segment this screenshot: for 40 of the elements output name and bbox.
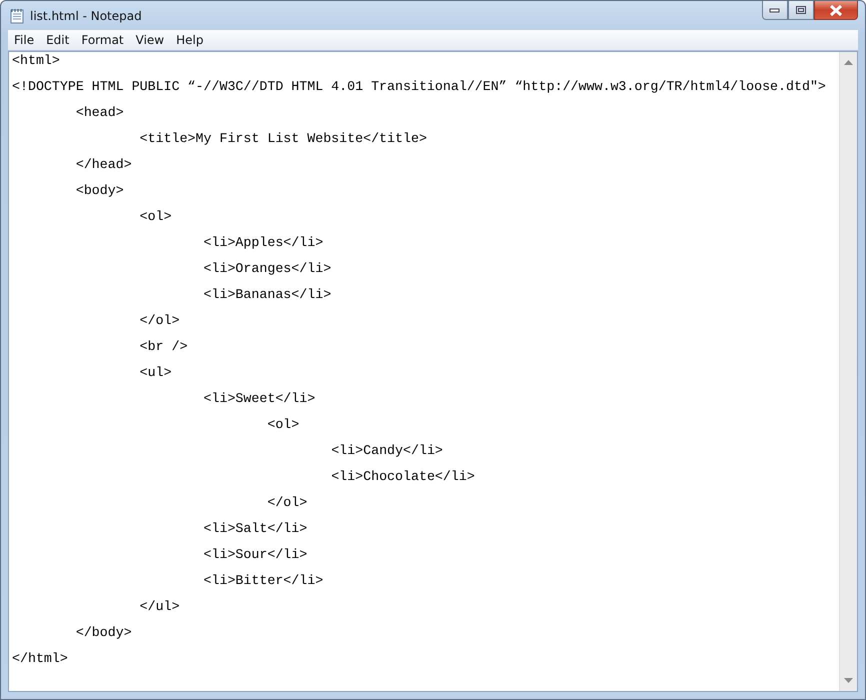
code-line: </body>: [74, 625, 132, 640]
vertical-scrollbar[interactable]: [839, 52, 857, 691]
minimize-icon: [769, 7, 781, 13]
scroll-down-arrow-icon[interactable]: [844, 678, 853, 683]
code-line: <!DOCTYPE HTML PUBLIC “-//W3C//DTD HTML 4.01 Transitional//EN” “http://www.w3.org/TR/html4/loose.dtd">: [12, 79, 826, 94]
code-line: <ol>: [138, 209, 172, 224]
code-line: <title>My First List Website</title>: [138, 131, 427, 146]
code-line: </ol>: [266, 495, 308, 510]
menu-item[interactable]: Format: [75, 33, 130, 47]
code-line: </head>: [74, 157, 132, 172]
code-line: <li>Chocolate</li>: [330, 469, 475, 484]
window-title: list.html - Notepad: [30, 8, 142, 22]
code-line: <ul>: [138, 365, 172, 380]
code-line: <li>Bananas</li>: [202, 287, 332, 302]
code-line: <head>: [74, 105, 124, 120]
maximize-button[interactable]: [788, 1, 814, 20]
code-line: </html>: [12, 651, 68, 666]
scroll-up-arrow-icon[interactable]: [844, 60, 853, 65]
code-line: <li>Candy</li>: [330, 443, 443, 458]
code-line: <li>Salt</li>: [202, 521, 308, 536]
menu-item[interactable]: File: [8, 33, 40, 47]
menu-item[interactable]: View: [130, 33, 170, 47]
code-line: <body>: [74, 183, 124, 198]
notepad-icon: [9, 8, 25, 24]
code-line: <html>: [12, 53, 60, 68]
code-line: </ol>: [138, 313, 180, 328]
menu-item[interactable]: Edit: [40, 33, 76, 47]
close-icon: [829, 4, 843, 16]
code-line: <li>Bitter</li>: [202, 573, 324, 588]
minimize-button[interactable]: [762, 1, 788, 20]
menu-item[interactable]: Help: [170, 33, 210, 47]
code-line: <li>Oranges</li>: [202, 261, 332, 276]
close-button[interactable]: [814, 1, 858, 20]
code-line: <li>Sour</li>: [202, 547, 308, 562]
maximize-icon: [795, 5, 807, 15]
code-line: <li>Apples</li>: [202, 235, 324, 250]
code-line: <br />: [138, 339, 188, 354]
code-line: <ol>: [266, 417, 300, 432]
code-line: <li>Sweet</li>: [202, 391, 316, 406]
code-line: </ul>: [138, 599, 180, 614]
